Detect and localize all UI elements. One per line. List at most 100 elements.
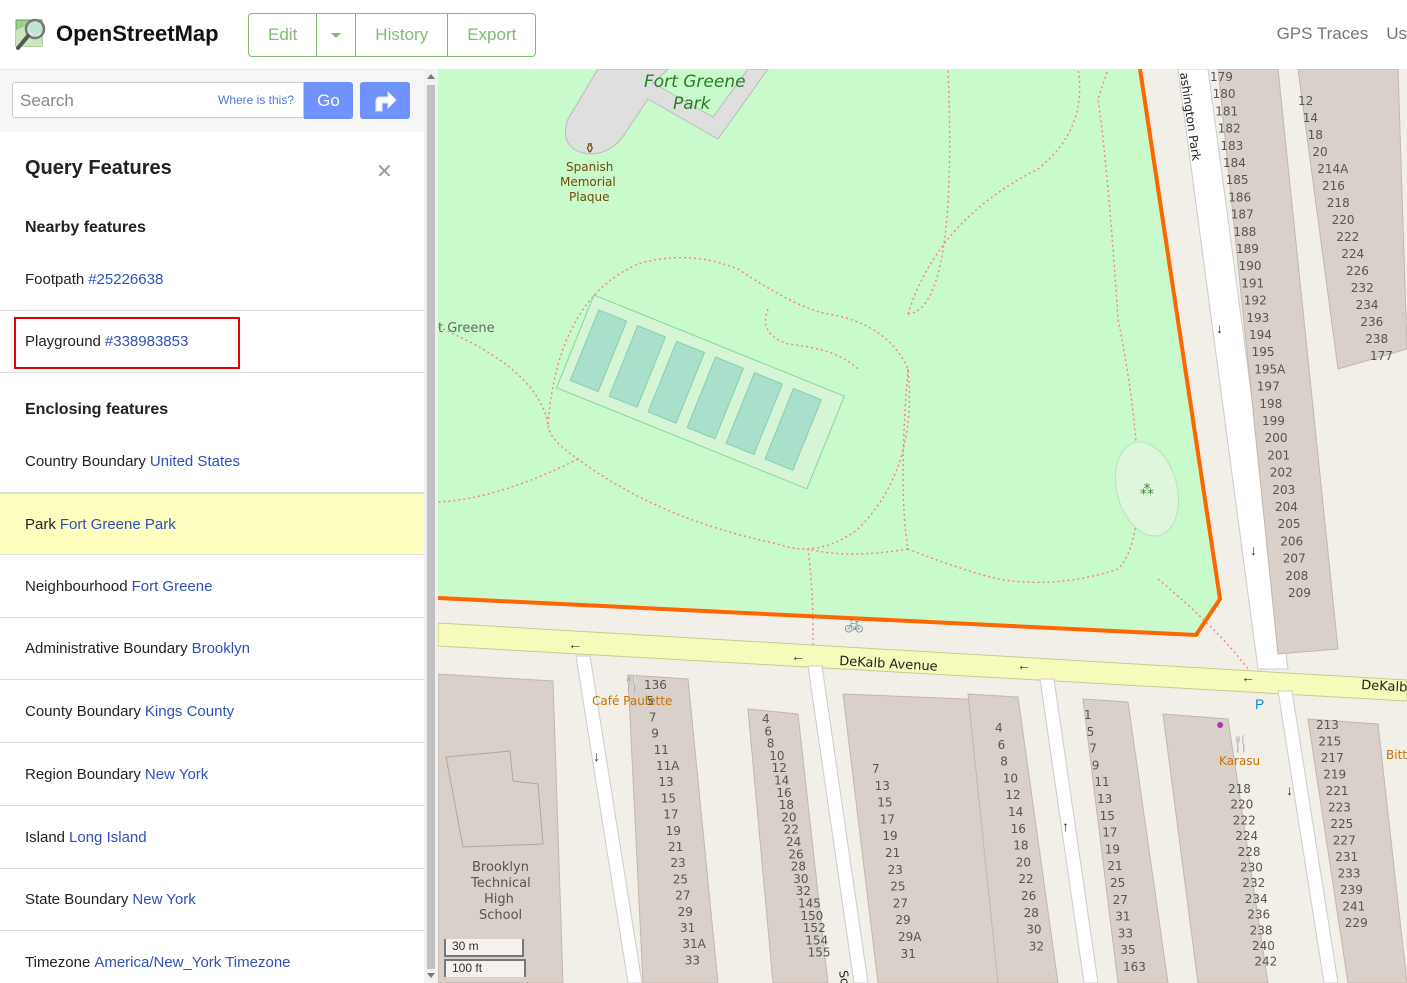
house-number: 202 [1270,466,1293,480]
scroll-up-icon[interactable] [427,74,435,79]
enclosing-feature-admin[interactable]: Administrative Boundary Brooklyn [0,618,424,680]
feature-type: Neighbourhood [25,578,128,595]
house-number: 15 [877,796,892,810]
feature-type: State Boundary [25,891,129,908]
directions-icon [375,90,397,111]
neighbourhood-label: t Greene [438,321,495,336]
map-canvas[interactable]: ⁂ Fort Greene Park ⚱ Spanish Memorial Pl… [438,69,1407,983]
feature-link[interactable]: United States [150,453,240,470]
svg-text:↑: ↑ [1062,818,1069,834]
house-number: 30 [1026,923,1041,937]
house-number: 17 [880,812,895,826]
feature-type: Timezone [25,954,91,971]
go-button[interactable]: Go [304,82,353,119]
house-number: 194 [1249,328,1272,342]
close-icon[interactable]: ✕ [376,159,393,184]
house-number: 225 [1330,817,1353,831]
house-number: 233 [1338,867,1361,881]
enclosing-feature-park[interactable]: Park Fort Greene Park [0,493,424,555]
feature-link[interactable]: Fort Greene [132,578,213,595]
feature-link[interactable]: Fort Greene Park [60,516,176,533]
house-number: 25 [673,872,688,886]
feature-link[interactable]: New York [145,766,208,783]
house-number: 218 [1228,782,1251,796]
house-number: 207 [1283,552,1306,566]
house-number: 33 [685,953,700,967]
house-number: 238 [1250,923,1273,937]
feature-link[interactable]: #25226638 [88,271,163,288]
enclosing-feature-timezone[interactable]: Timezone America/New_York Timezone [0,932,424,983]
scale-metric: 30 m [444,939,524,957]
plaque-line3: Plaque [569,190,610,204]
house-number: 177 [1370,349,1393,363]
enclosing-feature-state[interactable]: State Boundary New York [0,869,424,931]
history-button[interactable]: History [356,14,449,56]
edit-dropdown-button[interactable] [317,14,357,56]
house-number: 190 [1239,259,1262,273]
svg-text:↓: ↓ [1216,320,1223,336]
svg-text:←: ← [1017,657,1031,673]
house-number: 136 [644,678,667,692]
so-street-label: So [836,969,852,983]
enclosing-feature-region[interactable]: Region Boundary New York [0,744,424,806]
house-number: 219 [1323,768,1346,782]
house-number: 241 [1342,900,1365,914]
house-number: 191 [1241,276,1264,290]
house-number: 234 [1356,298,1379,312]
scroll-thumb[interactable] [427,85,435,969]
house-number: 17 [663,808,678,822]
house-number: 218 [1327,196,1350,210]
feature-type: Administrative Boundary [25,640,188,657]
enclosing-feature-country[interactable]: Country Boundary United States [0,431,424,493]
house-number: 238 [1365,332,1388,346]
house-number: 195 [1252,345,1275,359]
shop-icon: ● [1216,716,1224,732]
feature-link[interactable]: Long Island [69,829,147,846]
bicycle-icon: 🚲 [844,616,864,633]
enclosing-features-heading: Enclosing features [25,401,169,418]
bitters-label: Bitters [1386,748,1407,762]
where-is-this-link[interactable]: Where is this? [218,93,294,107]
feature-type: Region Boundary [25,766,141,783]
house-number: 33 [1118,926,1133,940]
house-number: 4 [995,721,1003,735]
nearby-feature-footpath[interactable]: Footpath #25226638 [0,249,424,311]
house-number: 29 [895,913,910,927]
house-number: 31 [901,947,916,961]
feature-type: Park [25,515,56,533]
gps-traces-link[interactable]: GPS Traces [1277,24,1369,44]
house-number: 31A [682,937,706,951]
house-number: 18 [1308,128,1323,142]
house-number: 11A [656,759,680,773]
house-number: 9 [1092,758,1100,772]
directions-button[interactable] [360,82,410,119]
feature-link[interactable]: Brooklyn [192,640,250,657]
house-number: 13 [1097,792,1112,806]
annotation-highlight-box [14,317,240,369]
edit-button[interactable]: Edit [249,14,318,56]
house-number: 10 [1003,771,1018,785]
house-number: 1 [1084,708,1092,722]
cafe-label: Café Paulette [592,694,672,708]
feature-link[interactable]: America/New_York Timezone [94,954,290,971]
enclosing-feature-island[interactable]: Island Long Island [0,807,424,869]
parking-icon: P [1255,696,1264,712]
scroll-down-icon[interactable] [427,973,435,978]
enclosing-feature-neighbourhood[interactable]: Neighbourhood Fort Greene [0,556,424,618]
enclosing-feature-county[interactable]: County Boundary Kings County [0,681,424,743]
school-line4: School [479,908,522,923]
house-number: 23 [670,856,685,870]
user-diaries-link[interactable]: Us [1386,24,1407,44]
house-number: 6 [998,738,1006,752]
map-view[interactable]: ⁂ Fort Greene Park ⚱ Spanish Memorial Pl… [438,69,1407,983]
feature-link[interactable]: Kings County [145,703,234,720]
house-number: 17 [1102,826,1117,840]
logo[interactable]: OpenStreetMap [14,16,219,52]
export-button[interactable]: Export [448,14,535,56]
house-number: 19 [666,824,681,838]
dekalb-right-label: DeKalb [1361,678,1407,696]
house-number: 186 [1228,190,1251,204]
sidebar-scrollbar[interactable] [424,69,438,983]
house-number: 13 [658,775,673,789]
feature-link[interactable]: New York [132,891,195,908]
